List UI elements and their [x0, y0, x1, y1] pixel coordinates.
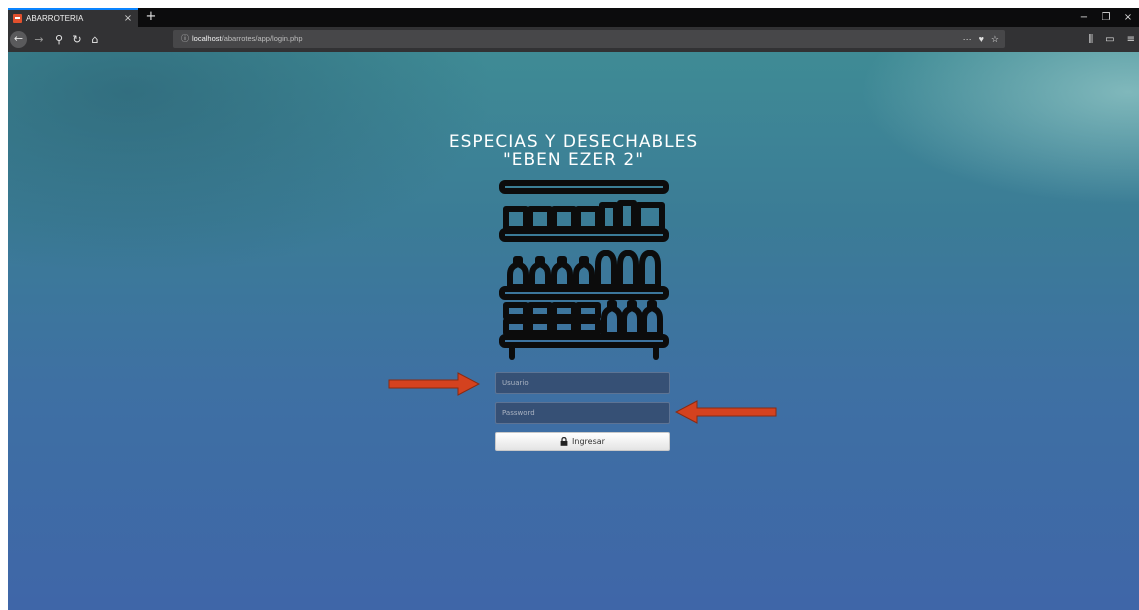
page-actions-icon[interactable]: ··· — [963, 30, 972, 48]
page-viewport: ESPECIAS Y DESECHABLES "EBEN EZER 2" Usu… — [8, 52, 1139, 610]
menu-icon[interactable]: ≡ — [1127, 31, 1135, 48]
close-window-button[interactable]: × — [1117, 8, 1139, 27]
navigation-bar: ← → ⚲ ↻ ⌂ ⓘ localhost/abarrotes/app/logi… — [8, 27, 1139, 52]
page-title-line1: ESPECIAS Y DESECHABLES — [448, 132, 699, 152]
arrow-left-icon — [675, 400, 777, 424]
bookmark-star-icon[interactable]: ☆ — [991, 30, 999, 48]
library-icon[interactable]: ⫼ — [1089, 31, 1094, 48]
login-button[interactable]: Ingresar — [495, 432, 670, 451]
info-icon[interactable]: ⓘ — [181, 30, 189, 48]
close-tab-icon[interactable]: × — [121, 13, 135, 24]
url-bar[interactable]: ⓘ localhost/abarrotes/app/login.php ··· … — [173, 30, 1005, 48]
tab-title: ABARROTERIA — [26, 14, 84, 23]
url-host: localhost — [192, 34, 222, 43]
store-shelf-icon — [499, 180, 669, 360]
reload-button[interactable]: ↻ — [70, 31, 84, 48]
toolbar-right: ⫼ ▭ ≡ — [1089, 31, 1135, 48]
minimize-button[interactable]: − — [1073, 8, 1095, 27]
new-tab-button[interactable]: + — [143, 8, 159, 27]
favicon-icon — [13, 14, 22, 23]
tab-abarroteria[interactable]: ABARROTERIA × — [8, 8, 138, 27]
password-input[interactable] — [495, 402, 670, 424]
username-input[interactable] — [495, 372, 670, 394]
restore-button[interactable]: ❐ — [1095, 8, 1117, 27]
url-actions: ··· ♥ ☆ — [963, 30, 999, 48]
arrow-right-icon — [388, 372, 480, 396]
login-button-label: Ingresar — [572, 437, 605, 446]
pocket-icon[interactable]: ♥ — [979, 30, 984, 48]
tab-strip: ABARROTERIA × + − ❐ × — [8, 8, 1139, 27]
page-title-line2: "EBEN EZER 2" — [502, 150, 645, 170]
lock-icon — [560, 437, 568, 446]
tools-icon[interactable]: ⚲ — [52, 31, 66, 48]
back-button[interactable]: ← — [10, 31, 27, 48]
forward-button[interactable]: → — [32, 31, 46, 48]
browser-window: ABARROTERIA × + − ❐ × ← → ⚲ ↻ ⌂ ⓘ localh… — [8, 8, 1139, 610]
sidebar-icon[interactable]: ▭ — [1105, 31, 1114, 48]
url-text: localhost/abarrotes/app/login.php — [192, 30, 303, 48]
url-path: /abarrotes/app/login.php — [221, 34, 303, 43]
window-controls: − ❐ × — [1073, 8, 1139, 27]
home-button[interactable]: ⌂ — [88, 31, 102, 48]
